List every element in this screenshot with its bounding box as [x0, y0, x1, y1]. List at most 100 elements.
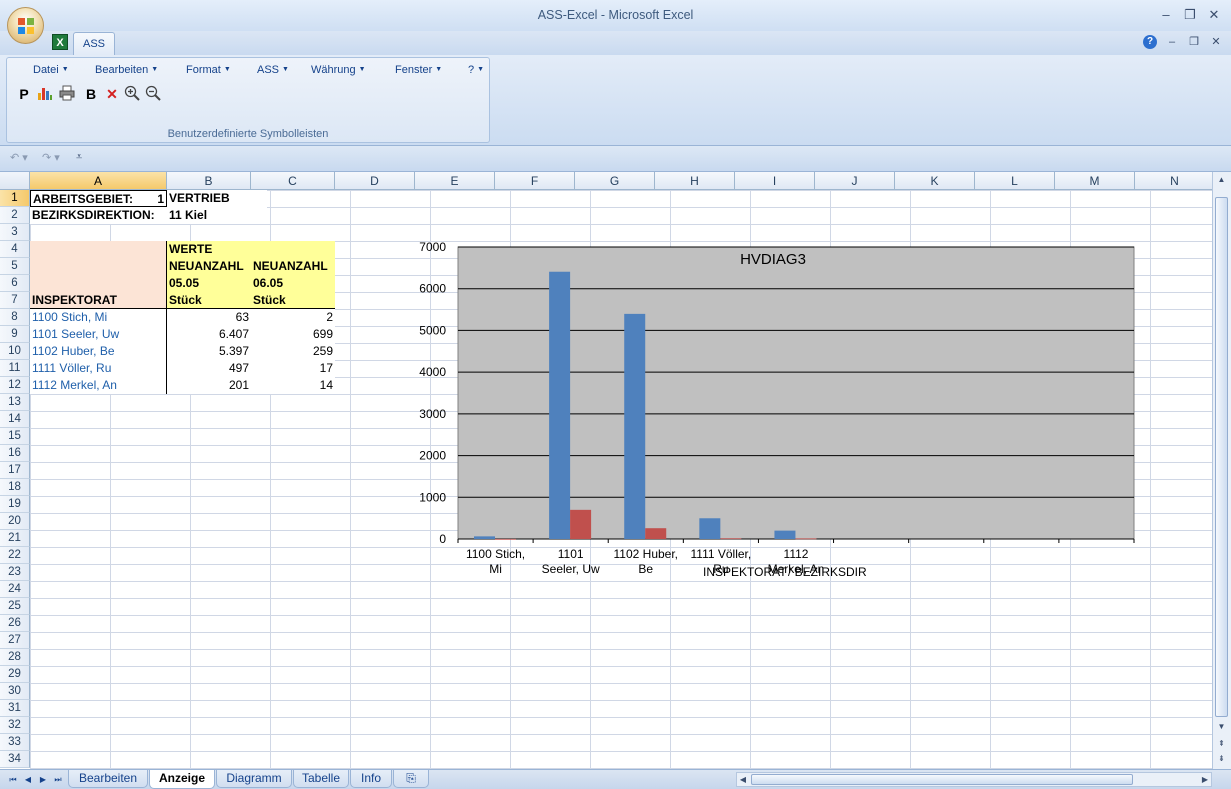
cell-b2[interactable]: 11 Kiel	[167, 207, 267, 224]
row-header-3[interactable]: 3	[0, 224, 30, 241]
menu-ass[interactable]: ASS ▼	[257, 64, 289, 76]
row-header-20[interactable]: 20	[0, 513, 30, 530]
delete-button[interactable]: ✕	[103, 85, 121, 103]
scroll-up-icon[interactable]: ▲	[1214, 173, 1229, 186]
row-header-29[interactable]: 29	[0, 666, 30, 683]
value-neuanzahl-0505[interactable]: 5.397	[167, 343, 251, 360]
column-header-n[interactable]: N	[1135, 172, 1212, 190]
cell-b6[interactable]: 05.05	[167, 275, 251, 292]
row-header-17[interactable]: 17	[0, 462, 30, 479]
row-header-32[interactable]: 32	[0, 717, 30, 734]
value-neuanzahl-0605[interactable]: 14	[251, 377, 335, 394]
row-header-34[interactable]: 34	[0, 751, 30, 768]
cell-a2[interactable]: BEZIRKSDIREKTION:	[30, 207, 167, 224]
workbook-restore-button[interactable]: ❐	[1186, 34, 1202, 50]
chart-button[interactable]	[36, 85, 54, 103]
b-button[interactable]: B	[82, 85, 100, 103]
row-header-4[interactable]: 4	[0, 241, 30, 258]
row-header-26[interactable]: 26	[0, 615, 30, 632]
menu-bearbeiten[interactable]: Bearbeiten ▼	[95, 64, 158, 76]
row-header-2[interactable]: 2	[0, 207, 30, 224]
vertical-scrollbar[interactable]: ▲ ▼ ⇞ ⇟	[1212, 172, 1231, 769]
sheet-tab-bearbeiten[interactable]: Bearbeiten	[68, 770, 148, 788]
undo-button[interactable]: ↶ ▾	[10, 151, 28, 164]
inspektorat-name[interactable]: 1111 Völler, Ru	[30, 360, 166, 377]
column-header-i[interactable]: I	[735, 172, 815, 190]
column-header-a[interactable]: A	[30, 172, 167, 190]
row-header-13[interactable]: 13	[0, 394, 30, 411]
value-neuanzahl-0605[interactable]: 259	[251, 343, 335, 360]
inspektorat-name[interactable]: 1100 Stich, Mi	[30, 309, 166, 326]
cell-b1[interactable]: VERTRIEB	[167, 190, 267, 207]
row-header-8[interactable]: 8	[0, 309, 30, 326]
workbook-close-button[interactable]: ✕	[1208, 34, 1224, 50]
column-header-h[interactable]: H	[655, 172, 735, 190]
workbook-minimize-button[interactable]: –	[1164, 34, 1180, 50]
last-sheet-icon[interactable]: ⏭	[52, 774, 64, 786]
inspektorat-name[interactable]: 1112 Merkel, An	[30, 377, 166, 394]
vertical-scroll-thumb[interactable]	[1215, 197, 1228, 717]
print-button[interactable]	[58, 85, 76, 103]
cell-b7[interactable]: Stück	[167, 292, 251, 309]
value-neuanzahl-0505[interactable]: 497	[167, 360, 251, 377]
close-button[interactable]: ✕	[1203, 6, 1225, 24]
column-header-c[interactable]: C	[251, 172, 335, 190]
row-header-15[interactable]: 15	[0, 428, 30, 445]
row-header-24[interactable]: 24	[0, 581, 30, 598]
p-button[interactable]: P	[15, 85, 33, 103]
cell-b4[interactable]: WERTE	[167, 241, 251, 258]
sheet-tab-tabelle[interactable]: Tabelle	[293, 770, 349, 788]
redo-button[interactable]: ↷ ▾	[42, 151, 60, 164]
help-icon[interactable]: ?	[1143, 35, 1157, 49]
value-neuanzahl-0505[interactable]: 63	[167, 309, 251, 326]
cell-a1[interactable]: ARBEITSGEBIET: 1	[30, 190, 167, 207]
menu-datei[interactable]: Datei ▼	[33, 64, 69, 76]
row-header-5[interactable]: 5	[0, 258, 30, 275]
scroll-down-icon[interactable]: ▼	[1214, 720, 1229, 733]
bar-chart[interactable]: 0 1000 2000 3000 4000 5000 6000 7000 1100 Stich,…	[415, 241, 1137, 582]
row-header-12[interactable]: 12	[0, 377, 30, 394]
select-all-corner[interactable]	[0, 172, 30, 190]
inspektorat-name[interactable]: 1102 Huber, Be	[30, 343, 166, 360]
column-header-d[interactable]: D	[335, 172, 415, 190]
column-header-b[interactable]: B	[167, 172, 251, 190]
menu-format[interactable]: Format ▼	[186, 64, 231, 76]
cell-b5[interactable]: NEUANZAHL	[167, 258, 251, 275]
column-header-k[interactable]: K	[895, 172, 975, 190]
excel-document-icon[interactable]: X	[52, 34, 68, 50]
column-header-e[interactable]: E	[415, 172, 495, 190]
menu-fenster[interactable]: Fenster ▼	[395, 64, 442, 76]
row-header-21[interactable]: 21	[0, 530, 30, 547]
prev-sheet-icon[interactable]: ◀	[22, 774, 34, 786]
row-header-10[interactable]: 10	[0, 343, 30, 360]
inspektorat-name[interactable]: 1101 Seeler, Uw	[30, 326, 166, 343]
value-neuanzahl-0605[interactable]: 2	[251, 309, 335, 326]
menu-waehrung[interactable]: Währung ▼	[311, 64, 366, 76]
value-neuanzahl-0605[interactable]: 699	[251, 326, 335, 343]
column-header-g[interactable]: G	[575, 172, 655, 190]
zoom-out-button[interactable]	[144, 85, 162, 103]
value-neuanzahl-0605[interactable]: 17	[251, 360, 335, 377]
page-down-icon[interactable]: ⇟	[1214, 752, 1229, 765]
row-header-22[interactable]: 22	[0, 547, 30, 564]
office-button[interactable]	[7, 7, 44, 44]
cell-c6[interactable]: 06.05	[251, 275, 335, 292]
scroll-left-icon[interactable]: ◀	[737, 773, 749, 786]
column-header-f[interactable]: F	[495, 172, 575, 190]
row-header-11[interactable]: 11	[0, 360, 30, 377]
cell-a7[interactable]: INSPEKTORAT	[30, 292, 166, 309]
horizontal-scroll-thumb[interactable]	[751, 774, 1133, 785]
column-header-j[interactable]: J	[815, 172, 895, 190]
sheet-tab-diagramm[interactable]: Diagramm	[216, 770, 292, 788]
row-header-33[interactable]: 33	[0, 734, 30, 751]
sheet-tab-info[interactable]: Info	[350, 770, 392, 788]
page-up-icon[interactable]: ⇞	[1214, 737, 1229, 750]
insert-sheet-tab[interactable]: ⎘	[393, 770, 429, 788]
row-header-9[interactable]: 9	[0, 326, 30, 343]
value-neuanzahl-0505[interactable]: 201	[167, 377, 251, 394]
zoom-in-button[interactable]	[123, 85, 141, 103]
minimize-button[interactable]: –	[1155, 6, 1177, 24]
row-header-6[interactable]: 6	[0, 275, 30, 292]
row-header-16[interactable]: 16	[0, 445, 30, 462]
row-header-19[interactable]: 19	[0, 496, 30, 513]
